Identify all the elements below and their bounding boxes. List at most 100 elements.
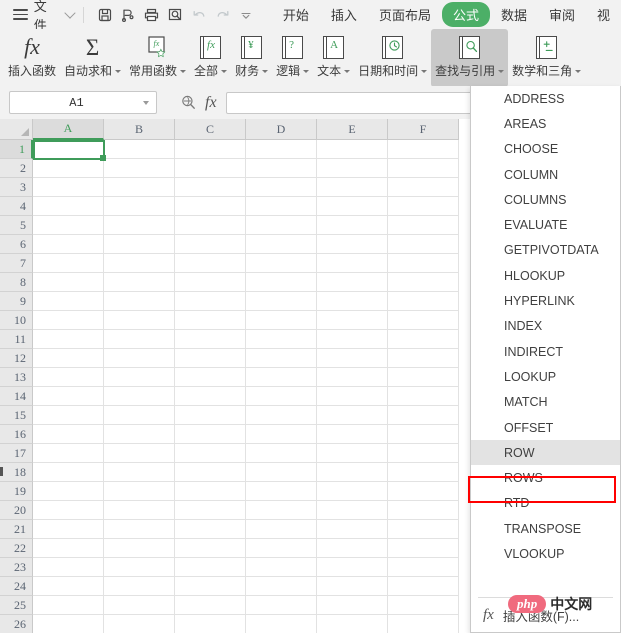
cell-F4[interactable] <box>388 197 459 216</box>
cell-E21[interactable] <box>317 520 388 539</box>
cell-C15[interactable] <box>175 406 246 425</box>
print-icon[interactable] <box>140 3 164 27</box>
row-header-16[interactable]: 16 <box>0 425 33 444</box>
print-preview-icon[interactable] <box>164 3 188 27</box>
row-header-6[interactable]: 6 <box>0 235 33 254</box>
cell-A24[interactable] <box>33 577 104 596</box>
lookup-reference-button[interactable]: 查找与引用 <box>431 29 508 87</box>
cell-D17[interactable] <box>246 444 317 463</box>
cell-C14[interactable] <box>175 387 246 406</box>
cell-E18[interactable] <box>317 463 388 482</box>
row-header-22[interactable]: 22 <box>0 539 33 558</box>
insert-function-button[interactable]: fx 插入函数 <box>4 29 60 87</box>
cell-E4[interactable] <box>317 197 388 216</box>
row-header-11[interactable]: 11 <box>0 330 33 349</box>
cell-B4[interactable] <box>104 197 175 216</box>
row-header-23[interactable]: 23 <box>0 558 33 577</box>
cell-B26[interactable] <box>104 615 175 633</box>
cell-B12[interactable] <box>104 349 175 368</box>
cell-C18[interactable] <box>175 463 246 482</box>
cell-B14[interactable] <box>104 387 175 406</box>
cell-A1[interactable] <box>33 140 104 159</box>
date-time-button[interactable]: 日期和时间 <box>354 29 431 87</box>
row-header-26[interactable]: 26 <box>0 615 33 633</box>
cell-F19[interactable] <box>388 482 459 501</box>
cell-E11[interactable] <box>317 330 388 349</box>
cell-C4[interactable] <box>175 197 246 216</box>
cell-F2[interactable] <box>388 159 459 178</box>
cell-F11[interactable] <box>388 330 459 349</box>
cell-E7[interactable] <box>317 254 388 273</box>
cell-B24[interactable] <box>104 577 175 596</box>
cell-F23[interactable] <box>388 558 459 577</box>
fill-handle[interactable] <box>100 155 106 161</box>
cell-C7[interactable] <box>175 254 246 273</box>
cell-C9[interactable] <box>175 292 246 311</box>
cell-E2[interactable] <box>317 159 388 178</box>
customize-chevron-icon[interactable] <box>234 3 258 27</box>
chevron-down-icon[interactable] <box>303 70 309 73</box>
cell-D18[interactable] <box>246 463 317 482</box>
cell-B20[interactable] <box>104 501 175 520</box>
cell-D24[interactable] <box>246 577 317 596</box>
cell-F14[interactable] <box>388 387 459 406</box>
cell-D26[interactable] <box>246 615 317 633</box>
cell-E16[interactable] <box>317 425 388 444</box>
row-header-12[interactable]: 12 <box>0 349 33 368</box>
cell-D16[interactable] <box>246 425 317 444</box>
cell-E14[interactable] <box>317 387 388 406</box>
cell-E23[interactable] <box>317 558 388 577</box>
cell-D14[interactable] <box>246 387 317 406</box>
cell-C19[interactable] <box>175 482 246 501</box>
cell-C13[interactable] <box>175 368 246 387</box>
menu-item-index[interactable]: INDEX <box>471 314 620 339</box>
menu-item-rows[interactable]: ROWS <box>471 465 620 490</box>
cell-D2[interactable] <box>246 159 317 178</box>
column-header-E[interactable]: E <box>317 119 388 140</box>
cell-C26[interactable] <box>175 615 246 633</box>
cell-D20[interactable] <box>246 501 317 520</box>
menu-item-columns[interactable]: COLUMNS <box>471 187 620 212</box>
menu-item-vlookup[interactable]: VLOOKUP <box>471 541 620 566</box>
tab-formulas[interactable]: 公式 <box>442 2 490 27</box>
cell-E6[interactable] <box>317 235 388 254</box>
cell-B16[interactable] <box>104 425 175 444</box>
dropdown-item-list[interactable]: ADDRESSAREASCHOOSECOLUMNCOLUMNSEVALUATEG… <box>471 86 620 596</box>
file-chevron-down-icon[interactable] <box>65 7 76 18</box>
cell-D21[interactable] <box>246 520 317 539</box>
menu-item-rtd[interactable]: RTD <box>471 491 620 516</box>
cell-F5[interactable] <box>388 216 459 235</box>
cell-A19[interactable] <box>33 482 104 501</box>
cell-F15[interactable] <box>388 406 459 425</box>
cell-A15[interactable] <box>33 406 104 425</box>
menu-item-lookup[interactable]: LOOKUP <box>471 364 620 389</box>
cell-C20[interactable] <box>175 501 246 520</box>
cell-E26[interactable] <box>317 615 388 633</box>
cell-E15[interactable] <box>317 406 388 425</box>
chevron-down-icon[interactable] <box>498 70 504 73</box>
row-header-24[interactable]: 24 <box>0 577 33 596</box>
cell-C1[interactable] <box>175 140 246 159</box>
math-trig-button[interactable]: 数学和三角 <box>508 29 585 87</box>
cell-D10[interactable] <box>246 311 317 330</box>
cell-A21[interactable] <box>33 520 104 539</box>
cell-B21[interactable] <box>104 520 175 539</box>
cell-A10[interactable] <box>33 311 104 330</box>
cell-A25[interactable] <box>33 596 104 615</box>
cell-E5[interactable] <box>317 216 388 235</box>
tab-data[interactable]: 数据 <box>490 2 538 27</box>
chevron-down-icon[interactable] <box>115 70 121 73</box>
cell-A13[interactable] <box>33 368 104 387</box>
cell-F20[interactable] <box>388 501 459 520</box>
cell-A5[interactable] <box>33 216 104 235</box>
cell-A12[interactable] <box>33 349 104 368</box>
cell-D19[interactable] <box>246 482 317 501</box>
cell-E19[interactable] <box>317 482 388 501</box>
column-header-F[interactable]: F <box>388 119 459 140</box>
cell-E17[interactable] <box>317 444 388 463</box>
cell-D15[interactable] <box>246 406 317 425</box>
cell-E24[interactable] <box>317 577 388 596</box>
tab-view[interactable]: 视 <box>586 2 621 27</box>
cell-B23[interactable] <box>104 558 175 577</box>
cell-A6[interactable] <box>33 235 104 254</box>
